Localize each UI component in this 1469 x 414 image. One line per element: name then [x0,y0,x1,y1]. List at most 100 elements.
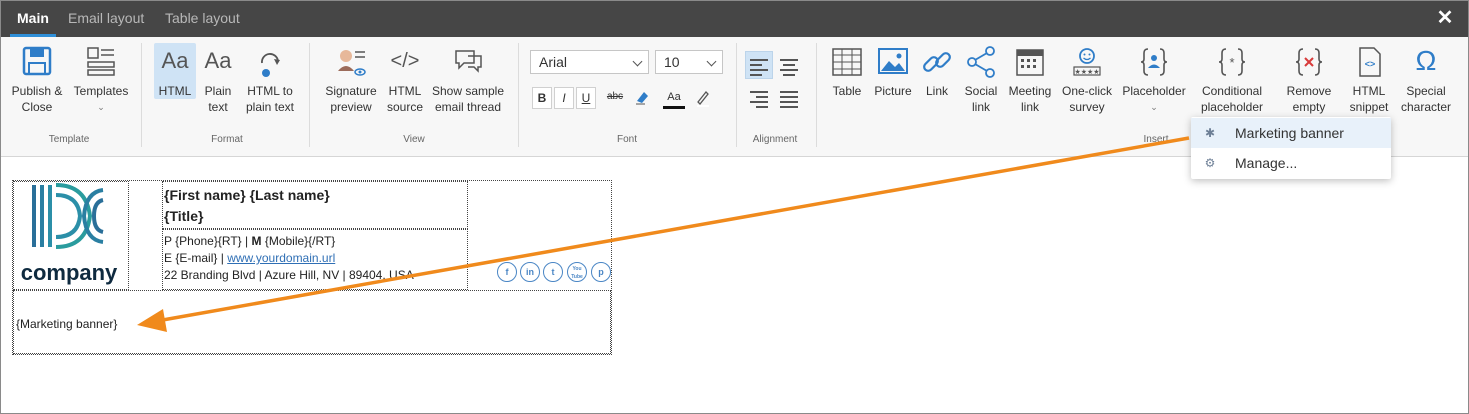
picture-icon [875,43,911,81]
svg-text:★★★★: ★★★★ [1074,68,1099,76]
calendar-icon [1012,43,1048,81]
picture-button[interactable]: Picture [872,43,914,99]
menu-item-manage[interactable]: ⚙ Manage... [1191,148,1391,178]
menu-item-label: Manage... [1235,155,1298,171]
chevron-down-icon [632,56,643,67]
group-label-font: Font [616,134,637,145]
asterisk-icon: ✱ [1204,126,1216,140]
phone-prefix: P [164,234,172,248]
remove-empty-button[interactable]: Remove empty [1281,43,1337,115]
facebook-icon[interactable]: f [497,262,517,282]
signature-name: {First name} {Last name} [164,187,330,203]
thread-label-2: email thread [434,100,502,114]
youtube-icon[interactable]: You Tube [567,262,587,282]
svg-text:*: * [1229,55,1234,70]
font-color-button[interactable]: Aa [663,87,685,109]
company-logo-icon: company [21,183,118,285]
html-snippet-button[interactable]: <> HTML snippet [1346,43,1392,115]
font-size-value: 10 [664,54,680,70]
placeholder-button[interactable]: Placeholder ⌄ [1121,43,1187,115]
show-sample-thread-button[interactable]: Show sample email thread [431,43,505,115]
special-label-2: character [1400,100,1452,114]
email-prefix: E [164,251,173,265]
plain-text-button[interactable]: Aa Plain text [199,43,237,115]
link-icon [919,43,955,81]
link-label: Link [925,84,948,98]
tab-email-layout[interactable]: Email layout [68,1,144,37]
phone-placeholder: {Phone}{RT} [175,234,242,248]
underline-button[interactable]: U [576,87,596,109]
tab-table-layout[interactable]: Table layout [165,1,240,37]
publish-label: Publish & [11,84,63,98]
group-label-insert: Insert [1143,134,1169,145]
banner-cell: {Marketing banner} [13,290,611,354]
tab-main[interactable]: Main [10,1,56,37]
src-label-2: source [386,100,424,114]
signature-table[interactable]: company {First name} {Last name} {Title}… [12,180,612,355]
clear-format-icon[interactable] [633,87,653,109]
separator [518,43,519,147]
linkedin-icon[interactable]: in [520,262,540,282]
font-size-select[interactable]: 10 [655,50,723,74]
share-icon [963,43,999,81]
special-character-button[interactable]: Ω Special character [1399,43,1453,115]
separator-text: | [220,251,224,265]
chevron-down-icon: ⌄ [1150,102,1158,112]
survey-label-1: One-click [1061,84,1112,98]
survey-label-2: survey [1069,100,1105,114]
html-aa-icon: Aa [161,48,189,73]
remove-label-1: Remove [1286,84,1332,98]
menu-item-marketing-banner[interactable]: ✱ Marketing banner [1191,118,1391,148]
table-button[interactable]: Table [829,43,865,99]
publish-close-button[interactable]: Publish & Close [7,43,67,115]
bold-button[interactable]: B [532,87,552,109]
twitter-icon[interactable]: t [543,262,563,282]
align-center-button[interactable] [775,51,803,79]
social-link-button[interactable]: Social link [961,43,1001,115]
font-family-select[interactable]: Arial [530,50,649,74]
meeting-label-1: Meeting [1008,84,1052,98]
omega-icon: Ω [1415,45,1437,76]
address-line: 22 Branding Blvd | Azure Hill, NV | 8940… [164,268,414,282]
templates-label: Templates [73,84,129,98]
html-source-button[interactable]: </> HTML source [384,43,426,115]
special-label-1: Special [1406,84,1446,98]
website-link[interactable]: www.yourdomain.url [227,251,335,265]
close-icon[interactable]: ✕ [1436,8,1454,28]
snippet-label-2: snippet [1349,100,1389,114]
strikethrough-button[interactable]: abc [603,87,627,109]
html-label: HTML [158,84,192,98]
conditional-placeholder-menu: ✱ Marketing banner ⚙ Manage... [1191,117,1391,179]
conditional-placeholder-icon: * [1214,43,1250,81]
signature-preview-button[interactable]: Signature preview [323,43,379,115]
thread-icon [450,43,486,81]
plain-aa-icon: Aa [204,48,232,73]
html-to-plain-button[interactable]: HTML to plain text [241,43,299,115]
highlight-icon[interactable] [693,87,713,109]
plain-label-2: text [208,100,228,114]
sig-label-1: Signature [325,84,377,98]
group-label-template: Template [48,134,90,145]
html-format-button[interactable]: Aa HTML [154,43,196,99]
marketing-banner-placeholder: {Marketing banner} [16,317,118,331]
separator [141,43,142,147]
group-label-format: Format [211,134,243,145]
src-label-1: HTML [388,84,422,98]
contact-cell: P {Phone}{RT} | M {Mobile}{/RT} E {E-mai… [162,229,468,290]
one-click-survey-button[interactable]: ★★★★ One-click survey [1059,43,1115,115]
conditional-placeholder-button[interactable]: * Conditional placeholder [1194,43,1270,115]
align-justify-button[interactable] [775,83,803,111]
logo-text: company [21,260,118,285]
align-left-button[interactable] [745,51,773,79]
link-button[interactable]: Link [919,43,955,99]
italic-button[interactable]: I [554,87,574,109]
code-icon: </> [390,50,420,72]
thread-label-1: Show sample [431,84,505,98]
pinterest-icon[interactable]: p [591,262,611,282]
templates-button[interactable]: Templates ⌄ [71,43,131,115]
separator [736,43,737,147]
name-cell: {First name} {Last name} {Title} [162,181,468,229]
meeting-link-button[interactable]: Meeting link [1006,43,1054,115]
align-right-button[interactable] [745,83,773,111]
html-snippet-icon: <> [1351,43,1387,81]
